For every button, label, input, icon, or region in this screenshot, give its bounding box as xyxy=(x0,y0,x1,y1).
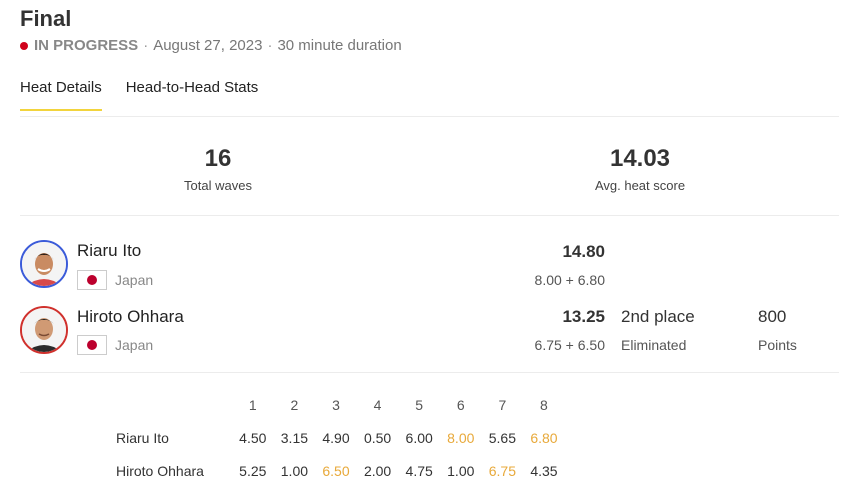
wave-number-header: 7 xyxy=(498,396,507,413)
table-row: Hiroto Ohhara 5.25 1.00 6.50 2.00 4.75 1… xyxy=(116,454,565,482)
rider-photo-icon xyxy=(22,242,66,286)
wave-score-cell: 4.90 xyxy=(322,429,350,446)
wave-score-cell: 5.25 xyxy=(239,462,267,479)
separator: · xyxy=(267,37,273,54)
rider-score-breakdown: 8.00 + 6.80 xyxy=(534,272,605,288)
wave-score-cell: 4.35 xyxy=(530,462,558,479)
wave-score-cell: 6.00 xyxy=(405,429,433,446)
wave-number-header: 5 xyxy=(415,396,424,413)
table-rider-name: Riaru Ito xyxy=(116,429,169,446)
rider-total-score: 13.25 xyxy=(562,307,605,326)
avg-heat-score-label: Avg. heat score xyxy=(594,178,686,193)
divider xyxy=(20,215,839,216)
wave-number-header: 6 xyxy=(456,396,465,413)
avg-heat-score-value: 14.03 xyxy=(609,145,671,172)
wave-score-cell-counting: 8.00 xyxy=(447,429,475,446)
rider-country: Japan xyxy=(115,272,154,288)
page-title: Final xyxy=(20,6,72,31)
wave-number-header: 2 xyxy=(290,396,299,413)
table-rider-name: Hiroto Ohhara xyxy=(116,462,204,479)
divider xyxy=(20,116,839,117)
avg-heat-score-stat: 14.03 Avg. heat score xyxy=(530,145,750,193)
wave-number-header: 1 xyxy=(248,396,257,413)
live-dot-icon xyxy=(20,41,28,50)
avatar[interactable] xyxy=(20,240,68,288)
japan-flag-icon xyxy=(77,270,107,290)
wave-number-header: 3 xyxy=(332,396,340,413)
rider-points-value: 800 xyxy=(758,307,787,326)
avatar[interactable] xyxy=(20,306,68,354)
wave-score-cell-counting: 6.80 xyxy=(530,429,558,446)
rider-photo-icon xyxy=(22,308,66,352)
heat-duration: 30 minute duration xyxy=(277,37,402,54)
table-header-row: 1 2 3 4 5 6 7 8 xyxy=(116,388,565,421)
rider-total-score: 14.80 xyxy=(562,242,605,261)
wave-number-header: 4 xyxy=(373,396,382,413)
wave-score-cell: 3.15 xyxy=(280,429,309,446)
wave-score-cell: 1.00 xyxy=(280,462,309,479)
heat-status-line: IN PROGRESS · August 27, 2023 · 30 minut… xyxy=(20,37,402,54)
japan-flag-icon xyxy=(77,335,107,355)
tab-bar: Heat Details Head-to-Head Stats xyxy=(20,79,282,111)
wave-score-cell: 4.75 xyxy=(405,462,433,479)
flag-disc xyxy=(87,340,97,350)
wave-score-cell-counting: 6.75 xyxy=(488,462,516,479)
table-header-cell xyxy=(116,388,232,421)
rider-points-label: Points xyxy=(758,337,797,353)
status-badge: IN PROGRESS xyxy=(34,37,139,54)
rider-name[interactable]: Riaru Ito xyxy=(77,241,141,261)
rider-score-breakdown: 6.75 + 6.50 xyxy=(534,337,605,353)
total-waves-value: 16 xyxy=(204,145,232,172)
separator: · xyxy=(143,37,149,54)
rider-name[interactable]: Hiroto Ohhara xyxy=(77,307,184,327)
wave-score-cell: 5.65 xyxy=(488,429,516,446)
wave-scores-table: 1 2 3 4 5 6 7 8 Riaru Ito 4.50 3.15 4.90… xyxy=(116,388,565,482)
rider-country: Japan xyxy=(115,337,154,353)
total-waves-stat: 16 Total waves xyxy=(108,145,328,193)
table-row: Riaru Ito 4.50 3.15 4.90 0.50 6.00 8.00 … xyxy=(116,421,565,454)
wave-score-cell: 1.00 xyxy=(447,462,475,479)
rider-placing: 2nd place xyxy=(621,307,695,326)
wave-score-cell: 0.50 xyxy=(363,429,392,446)
heat-date: August 27, 2023 xyxy=(153,37,263,54)
divider xyxy=(20,372,839,373)
tab-heat-details[interactable]: Heat Details xyxy=(20,79,102,111)
wave-number-header: 8 xyxy=(540,396,548,413)
rider-elimination-status: Eliminated xyxy=(621,337,687,353)
wave-score-cell: 2.00 xyxy=(363,462,392,479)
wave-score-cell: 4.50 xyxy=(239,429,267,446)
wave-score-cell-counting: 6.50 xyxy=(322,462,350,479)
flag-disc xyxy=(87,275,97,285)
total-waves-label: Total waves xyxy=(184,178,252,193)
tab-head-to-head-stats[interactable]: Head-to-Head Stats xyxy=(126,79,259,111)
